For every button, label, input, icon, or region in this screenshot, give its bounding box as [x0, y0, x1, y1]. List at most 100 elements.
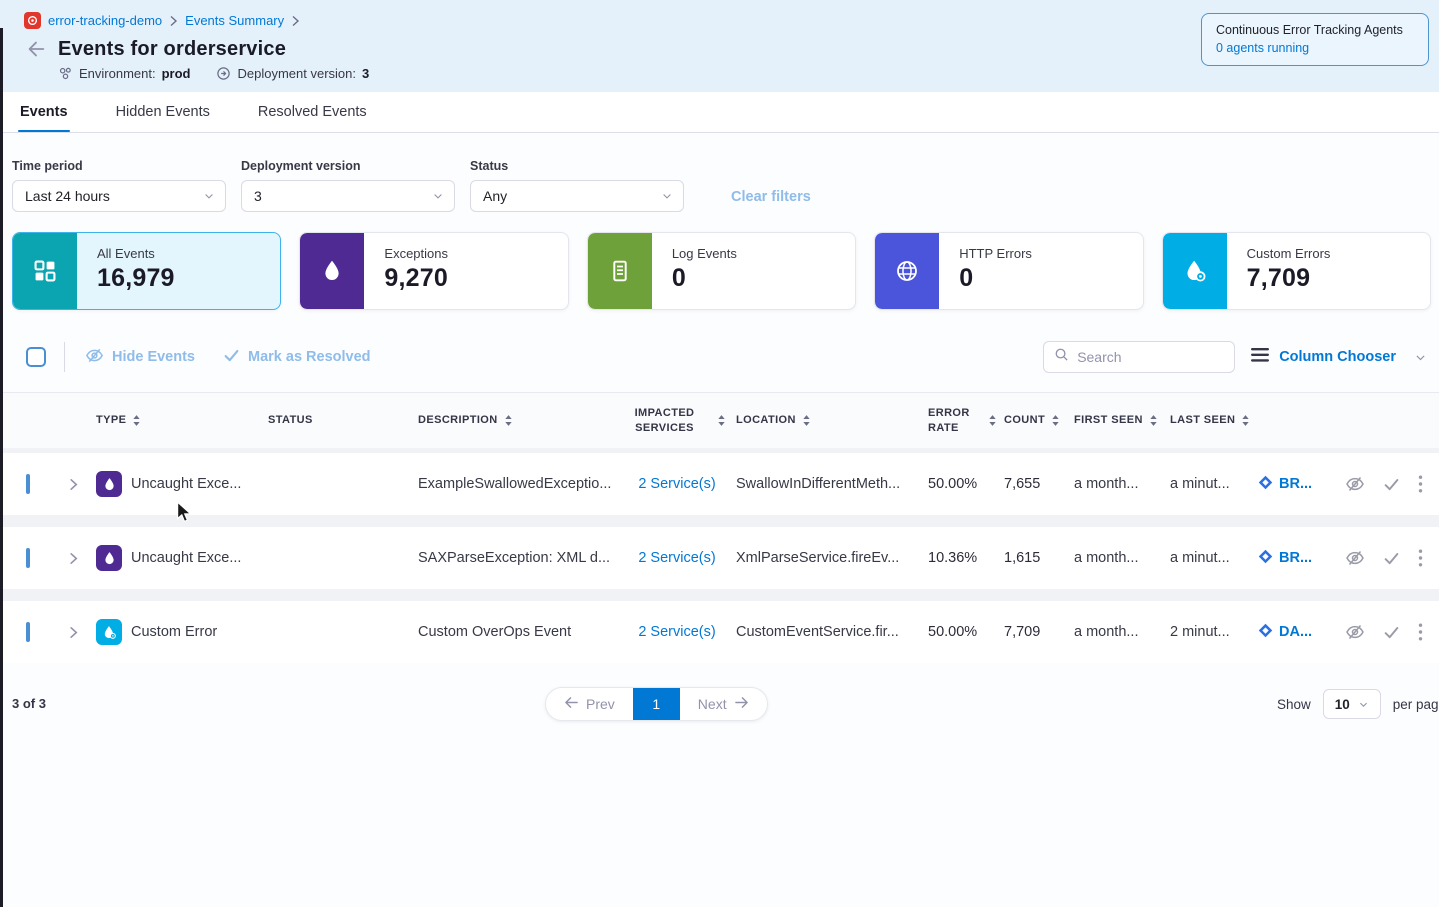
column-header-description[interactable]: Description: [418, 413, 618, 428]
hide-event-icon[interactable]: [1345, 548, 1365, 568]
event-count: 7,655: [1004, 476, 1074, 492]
kebab-menu-icon[interactable]: [1418, 623, 1423, 641]
environment-label: Environment:: [79, 66, 156, 81]
search-input[interactable]: [1077, 349, 1224, 365]
column-header-type[interactable]: Type: [96, 413, 268, 428]
kebab-menu-icon[interactable]: [1418, 475, 1423, 493]
stat-card-custom-errors[interactable]: Custom Errors 7,709: [1162, 232, 1431, 310]
sort-icon[interactable]: [1149, 414, 1158, 427]
environment-meta: Environment: prod: [58, 66, 190, 81]
event-description: Custom OverOps Event: [418, 624, 618, 640]
search-box: [1043, 341, 1235, 373]
stat-card-exceptions[interactable]: Exceptions 9,270: [299, 232, 568, 310]
event-type: Uncaught Exce...: [131, 550, 241, 566]
next-page-button[interactable]: Next: [680, 688, 767, 720]
hide-events-button[interactable]: Hide Events: [85, 346, 195, 369]
event-type: Uncaught Exce...: [131, 476, 241, 492]
status-value: Any: [483, 188, 507, 204]
sort-icon[interactable]: [717, 414, 726, 427]
stat-card-http-errors[interactable]: HTTP Errors 0: [874, 232, 1143, 310]
grid-icon: [13, 233, 77, 309]
row-checkbox[interactable]: [26, 622, 30, 642]
time-period-value: Last 24 hours: [25, 188, 110, 204]
arrow-right-icon: [734, 696, 749, 712]
prev-page-button[interactable]: Prev: [546, 688, 633, 720]
impacted-services-link[interactable]: 2 Service(s): [638, 550, 715, 566]
clear-filters-button[interactable]: Clear filters: [731, 189, 811, 205]
event-location: XmlParseService.fireEv...: [736, 550, 928, 566]
column-header-impacted-services[interactable]: Impacted Services: [618, 406, 736, 436]
resolve-event-icon[interactable]: [1383, 550, 1400, 567]
jira-ticket-link[interactable]: DA...: [1258, 623, 1338, 642]
sort-icon[interactable]: [1051, 414, 1060, 427]
row-checkbox[interactable]: [26, 474, 30, 494]
resolve-event-icon[interactable]: [1383, 624, 1400, 641]
sort-icon[interactable]: [988, 414, 997, 427]
last-seen: 2 minut...: [1170, 624, 1258, 640]
column-header-last-seen[interactable]: Last Seen: [1170, 413, 1258, 428]
expand-row-icon[interactable]: [66, 477, 96, 492]
stat-card-label: Exceptions: [384, 246, 448, 261]
expand-row-icon[interactable]: [66, 625, 96, 640]
sort-icon[interactable]: [1241, 414, 1250, 427]
breadcrumb-app-link[interactable]: error-tracking-demo: [48, 13, 162, 28]
jira-ticket-link[interactable]: BR...: [1258, 549, 1338, 568]
chevron-down-icon: [1358, 699, 1369, 710]
breadcrumb-section-link[interactable]: Events Summary: [185, 13, 284, 28]
table-row[interactable]: Uncaught Exce... ExampleSwallowedExcepti…: [0, 453, 1439, 515]
expand-row-icon[interactable]: [66, 551, 96, 566]
custom-error-icon: [96, 619, 122, 645]
event-count: 1,615: [1004, 550, 1074, 566]
exception-flame-icon: [96, 471, 122, 497]
select-all-checkbox[interactable]: [26, 347, 46, 367]
eye-slash-icon: [85, 346, 104, 369]
event-type: Custom Error: [131, 624, 217, 640]
row-checkbox[interactable]: [26, 548, 30, 568]
column-header-count[interactable]: Count: [1004, 413, 1074, 428]
table-row[interactable]: Custom Error Custom OverOps Event 2 Serv…: [0, 601, 1439, 663]
bulk-actions-toolbar: Hide Events Mark as Resolved Column Choo…: [0, 340, 1439, 374]
agents-running-link[interactable]: 0 agents running: [1216, 41, 1414, 55]
hide-events-label: Hide Events: [112, 349, 195, 365]
stat-cards: All Events 16,979 Exceptions 9,270 Log E…: [0, 212, 1439, 310]
tab-resolved-events[interactable]: Resolved Events: [256, 92, 369, 132]
stat-card-log-events[interactable]: Log Events 0: [587, 232, 856, 310]
hide-event-icon[interactable]: [1345, 474, 1365, 494]
events-table-body: Uncaught Exce... ExampleSwallowedExcepti…: [0, 448, 1439, 663]
page-size-control: Show 10 per page: [1277, 689, 1439, 719]
jira-ticket-link[interactable]: BR...: [1258, 475, 1338, 494]
impacted-services-link[interactable]: 2 Service(s): [638, 476, 715, 492]
column-header-location[interactable]: Location: [736, 413, 928, 428]
column-header-first-seen[interactable]: First Seen: [1074, 413, 1170, 428]
first-seen: a month...: [1074, 476, 1170, 492]
page-title: Events for orderservice: [58, 38, 286, 61]
deployment-version-select[interactable]: 3: [241, 180, 455, 212]
agents-status-card: Continuous Error Tracking Agents 0 agent…: [1201, 13, 1429, 66]
back-arrow-icon[interactable]: [24, 37, 48, 61]
mark-resolved-button[interactable]: Mark as Resolved: [223, 347, 371, 368]
sort-icon[interactable]: [132, 414, 141, 427]
resolve-event-icon[interactable]: [1383, 476, 1400, 493]
window-left-edge: [0, 28, 3, 907]
page-size-select[interactable]: 10: [1323, 689, 1381, 719]
deployment-value: 3: [362, 66, 369, 81]
chevron-down-icon: [661, 190, 673, 202]
sort-icon[interactable]: [504, 414, 513, 427]
tab-events[interactable]: Events: [18, 92, 70, 132]
column-header-error-rate[interactable]: Error Rate: [928, 406, 1004, 436]
column-chooser-button[interactable]: Column Chooser: [1251, 348, 1427, 367]
flame-icon: [300, 233, 364, 309]
time-period-select[interactable]: Last 24 hours: [12, 180, 226, 212]
deployment-version-icon: [216, 66, 231, 81]
hide-event-icon[interactable]: [1345, 622, 1365, 642]
status-select[interactable]: Any: [470, 180, 684, 212]
tab-hidden-events[interactable]: Hidden Events: [114, 92, 212, 132]
page-number-button[interactable]: 1: [633, 688, 680, 720]
table-row[interactable]: Uncaught Exce... SAXParseException: XML …: [0, 527, 1439, 589]
stat-card-all-events[interactable]: All Events 16,979: [12, 232, 281, 310]
page-summary: 3 of 3: [12, 696, 46, 711]
impacted-services-link[interactable]: 2 Service(s): [638, 624, 715, 640]
sort-icon[interactable]: [802, 414, 811, 427]
stat-card-value: 0: [672, 264, 737, 293]
kebab-menu-icon[interactable]: [1418, 549, 1423, 567]
